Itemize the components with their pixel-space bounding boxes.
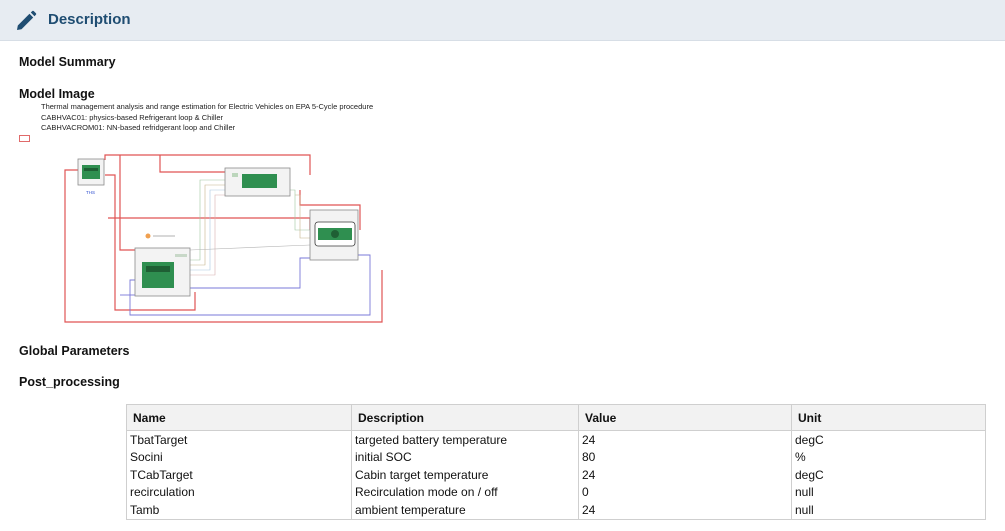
model-image-heading: Model Image: [19, 87, 95, 101]
cell-value[interactable]: 24: [578, 466, 792, 484]
battery-block[interactable]: [134, 247, 191, 297]
cell-value[interactable]: 24: [578, 430, 792, 449]
post-processing-heading: Post_processing: [19, 375, 120, 389]
parameters-table: Name Description Value Unit TbatTarget t…: [126, 404, 986, 520]
column-header-value[interactable]: Value: [578, 404, 792, 431]
table-header-row: Name Description Value Unit: [126, 404, 986, 431]
model-diagram[interactable]: THS: [60, 150, 390, 325]
table-row[interactable]: TbatTarget targeted battery temperature …: [126, 430, 986, 449]
description-title: Description: [48, 11, 131, 28]
global-parameters-heading: Global Parameters: [19, 344, 130, 358]
cell-description: ambient temperature: [351, 501, 579, 520]
cell-name: TCabTarget: [126, 466, 352, 484]
status-dot: [145, 233, 151, 239]
cell-name: Socini: [126, 448, 352, 466]
small-red-tag: [19, 135, 30, 142]
model-note-line: CABHVAC01: physics-based Refrigerant loo…: [41, 112, 224, 122]
model-image-notes: Thermal management analysis and range es…: [41, 102, 373, 134]
model-note-line: CABHVACROM01: NN-based refridgerant loop…: [41, 123, 236, 132]
cell-description: Recirculation mode on / off: [351, 483, 579, 501]
table-row[interactable]: Socini initial SOC 80 %: [126, 448, 986, 466]
cell-description: initial SOC: [351, 448, 579, 466]
table-row[interactable]: Tamb ambient temperature 24 null: [126, 501, 986, 520]
table-row[interactable]: recirculation Recirculation mode on / of…: [126, 483, 986, 501]
cell-value[interactable]: 0: [578, 483, 792, 501]
cell-description: targeted battery temperature: [351, 430, 579, 449]
cell-unit: degC: [791, 466, 986, 484]
ths-label: THS: [86, 190, 95, 195]
cell-description: Cabin target temperature: [351, 466, 579, 484]
column-header-unit[interactable]: Unit: [791, 404, 986, 431]
cell-unit: %: [791, 448, 986, 466]
cell-value[interactable]: 24: [578, 501, 792, 520]
column-header-name[interactable]: Name: [126, 404, 352, 431]
status-label-line: [153, 235, 175, 237]
description-header: Description: [0, 0, 1005, 41]
cell-value[interactable]: 80: [578, 448, 792, 466]
cell-name: Tamb: [126, 501, 352, 520]
cabin-block[interactable]: [309, 209, 359, 261]
column-header-description[interactable]: Description: [351, 404, 579, 431]
table-row[interactable]: TCabTarget Cabin target temperature 24 d…: [126, 466, 986, 484]
cell-unit: null: [791, 501, 986, 520]
cell-name: recirculation: [126, 483, 352, 501]
model-note-line: Thermal management analysis and range es…: [41, 102, 374, 111]
pencil-icon[interactable]: [14, 9, 38, 33]
refrigerant-loop-block[interactable]: [224, 167, 291, 197]
cell-unit: degC: [791, 430, 986, 449]
ths-block[interactable]: [77, 158, 105, 186]
cell-unit: null: [791, 483, 986, 501]
cell-name: TbatTarget: [126, 430, 352, 449]
model-summary-heading: Model Summary: [19, 55, 116, 69]
